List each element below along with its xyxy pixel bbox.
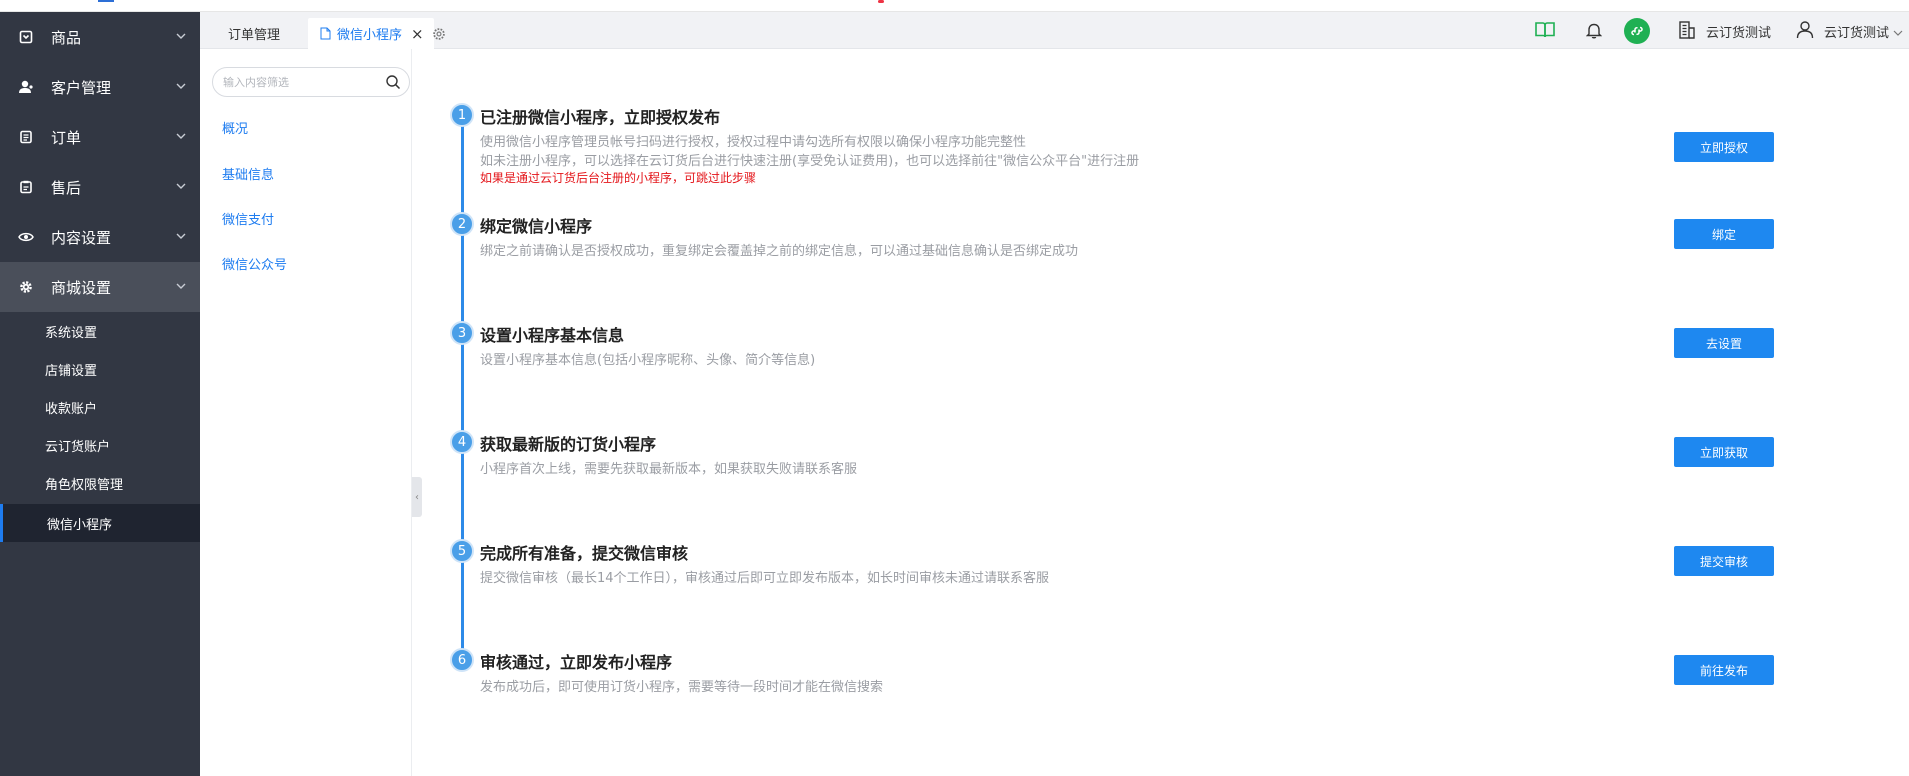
sidebar-item-product[interactable]: 商品	[0, 12, 200, 62]
step-description: 使用微信小程序管理员帐号扫码进行授权，授权过程中请勾选所有权限以确保小程序功能完…	[480, 135, 1027, 150]
sidebar-subitem-role-permissions[interactable]: 角色权限管理	[0, 464, 200, 502]
step-description: 发布成功后，即可使用订货小程序，需要等待一段时间才能在微信搜索	[480, 680, 884, 695]
tab-label: 微信小程序	[337, 28, 403, 43]
step-number: 3	[450, 321, 474, 345]
step-note: 如果是通过云订货后台注册的小程序，可跳过此步骤	[480, 171, 757, 185]
tab-order-management[interactable]: 订单管理	[228, 18, 280, 49]
tab-wechat-mini-program[interactable]: 微信小程序 ×	[308, 18, 434, 49]
step-number: 1	[450, 103, 474, 127]
user-name-text: 云订货测试	[1824, 26, 1890, 41]
sidebar-item-label: 售后	[51, 178, 82, 197]
sidebar: 商品 客户管理 订单 售后 内容设置 商城设置 系统设置 店铺设置 收款账户 云…	[0, 12, 200, 776]
step-description: 提交微信审核（最长14个工作日），审核通过后即可立即发布版本，如长时间审核未通过…	[480, 571, 1050, 586]
gear-icon	[18, 279, 34, 295]
tab-label: 订单管理	[228, 28, 281, 43]
settings-subnav-panel: 概况 基础信息 微信支付 微信公众号	[200, 49, 412, 776]
collapse-panel-handle[interactable]: ‹	[412, 477, 422, 517]
step-title: 绑定微信小程序	[480, 217, 593, 236]
step-description: 小程序首次上线，需要先获取最新版本，如果获取失败请联系客服	[480, 462, 858, 477]
eye-icon	[18, 229, 34, 245]
sidebar-item-label: 客户管理	[51, 78, 112, 97]
sidebar-item-content-settings[interactable]: 内容设置	[0, 212, 200, 262]
close-icon[interactable]: ×	[411, 25, 424, 43]
search-icon[interactable]	[385, 74, 401, 90]
sidebar-subitem-system-settings[interactable]: 系统设置	[0, 312, 200, 350]
order-icon	[18, 129, 34, 145]
main-content: 1 已注册微信小程序，立即授权发布 使用微信小程序管理员帐号扫码进行授权，授权过…	[424, 49, 1909, 776]
tab-bar: 订单管理 微信小程序 × 云订货测试 云订货测试	[200, 12, 1909, 49]
chevron-down-icon	[176, 233, 186, 239]
sidebar-item-orders[interactable]: 订单	[0, 112, 200, 162]
sidebar-item-label: 商品	[51, 28, 82, 47]
bind-button[interactable]: 绑定	[1674, 219, 1774, 249]
chevron-down-icon	[1893, 30, 1903, 36]
mini-program-icon[interactable]	[1624, 18, 1650, 44]
step-number: 4	[450, 430, 474, 454]
step-title: 已注册微信小程序，立即授权发布	[480, 108, 721, 127]
gear-icon	[433, 27, 445, 40]
sidebar-subitem-store-settings[interactable]: 店铺设置	[0, 350, 200, 388]
chevron-up-icon	[176, 283, 186, 289]
timeline-line	[461, 111, 464, 671]
step-title: 完成所有准备，提交微信审核	[480, 544, 689, 563]
filter-input[interactable]	[223, 73, 373, 91]
authorize-now-button[interactable]: 立即授权	[1674, 132, 1774, 162]
after-sales-icon	[18, 179, 34, 195]
subnav-wechat-official-account[interactable]: 微信公众号	[222, 254, 287, 273]
sidebar-subitem-wechat-mini-program[interactable]: 微信小程序	[0, 504, 200, 542]
user-icon	[18, 79, 34, 95]
sidebar-subitem-cloud-order-account[interactable]: 云订货账户	[0, 426, 200, 464]
product-icon	[18, 29, 34, 45]
user-name[interactable]: 云订货测试	[1824, 22, 1903, 41]
subnav-wechat-pay[interactable]: 微信支付	[222, 209, 274, 228]
chevron-down-icon	[176, 133, 186, 139]
step-number: 2	[450, 212, 474, 236]
top-red-mark	[878, 0, 884, 3]
building-icon	[1678, 20, 1696, 40]
sidebar-item-mall-settings[interactable]: 商城设置	[0, 262, 200, 312]
step-description: 绑定之前请确认是否授权成功，重复绑定会覆盖掉之前的绑定信息，可以通过基础信息确认…	[480, 244, 1079, 259]
chevron-down-icon	[176, 33, 186, 39]
tab-settings[interactable]	[432, 18, 446, 49]
org-name[interactable]: 云订货测试	[1706, 22, 1771, 41]
chevron-down-icon	[176, 183, 186, 189]
step-number: 5	[450, 539, 474, 563]
top-strip	[0, 0, 1909, 12]
user-avatar-icon[interactable]	[1796, 20, 1814, 39]
submit-review-button[interactable]: 提交审核	[1674, 546, 1774, 576]
chevron-down-icon	[176, 83, 186, 89]
step-title: 设置小程序基本信息	[480, 326, 625, 345]
subnav-overview[interactable]: 概况	[222, 118, 248, 137]
sidebar-item-label: 商城设置	[51, 278, 112, 297]
go-publish-button[interactable]: 前往发布	[1674, 655, 1774, 685]
sidebar-item-customers[interactable]: 客户管理	[0, 62, 200, 112]
book-icon[interactable]	[1534, 21, 1556, 39]
sidebar-item-after-sales[interactable]: 售后	[0, 162, 200, 212]
sidebar-item-label: 订单	[51, 128, 82, 147]
step-description: 如未注册小程序，可以选择在云订货后台进行快速注册(享受免认证费用)，也可以选择前…	[480, 154, 1140, 169]
subnav-basic-info[interactable]: 基础信息	[222, 164, 274, 183]
get-latest-button[interactable]: 立即获取	[1674, 437, 1774, 467]
filter-box	[212, 67, 410, 97]
step-title: 获取最新版的订货小程序	[480, 435, 657, 454]
step-title: 审核通过，立即发布小程序	[480, 653, 673, 672]
top-accent-mark	[98, 0, 114, 2]
go-settings-button[interactable]: 去设置	[1674, 328, 1774, 358]
document-icon	[320, 27, 331, 40]
sidebar-item-label: 内容设置	[51, 228, 112, 247]
sidebar-subitem-payment-account[interactable]: 收款账户	[0, 388, 200, 426]
step-number: 6	[450, 648, 474, 672]
step-description: 设置小程序基本信息(包括小程序昵称、头像、简介等信息)	[480, 353, 816, 368]
bell-icon[interactable]	[1586, 22, 1602, 39]
